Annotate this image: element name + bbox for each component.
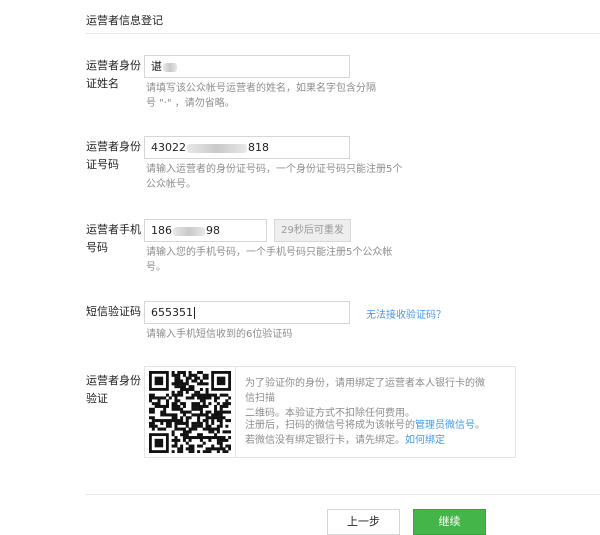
phone-hint-line2: 号。: [146, 262, 166, 273]
qr-code-image: [149, 371, 232, 454]
verify-text1-line1: 为了验证你的身份，请用绑定了运营者本人银行卡的微信扫描: [245, 378, 485, 404]
top-divider: [86, 33, 600, 34]
verify-label: 运营者身份 验证: [86, 372, 142, 408]
how-to-bind-link[interactable]: 如何绑定: [405, 435, 445, 446]
name-input-value: 谌: [151, 60, 162, 73]
sms-code-value: 655351: [151, 306, 193, 319]
continue-button[interactable]: 继续: [413, 509, 486, 535]
section-title: 运营者信息登记: [86, 14, 163, 27]
id-number-prefix: 43022: [151, 141, 186, 154]
id-number-label: 运营者身份 证号码: [86, 138, 142, 174]
id-number-input[interactable]: 43022 818: [144, 136, 350, 159]
sms-code-input[interactable]: 655351: [144, 301, 350, 324]
panel-divider: [235, 367, 236, 457]
phone-hint: 请输入您的手机号码，一个手机号码只能注册5个公众帐 号。: [146, 245, 392, 275]
verify-text3-pre: 若微信没有绑定银行卡，请先绑定。: [245, 435, 405, 446]
phone-prefix: 186: [151, 224, 172, 237]
verify-text2-post: 。: [475, 420, 485, 431]
text-caret: [194, 307, 195, 319]
verify-label-line1: 运营者身份: [86, 374, 141, 387]
id-number-hint-line1: 请输入运营者的身份证号码，一个身份证号码只能注册5个: [146, 164, 403, 175]
phone-suffix: 98: [206, 224, 220, 237]
redacted-blur: [187, 143, 247, 153]
phone-label-line2: 号码: [86, 241, 108, 254]
previous-step-button[interactable]: 上一步: [327, 509, 400, 535]
name-input[interactable]: 谌: [144, 55, 350, 78]
verify-text2-pre: 注册后，扫码的微信号将成为该帐号的: [245, 420, 415, 431]
name-label-line2: 证姓名: [86, 77, 119, 90]
cannot-receive-code-link[interactable]: 无法接收验证码？: [366, 306, 446, 321]
sms-code-hint: 请输入手机短信收到的6位验证码: [146, 329, 293, 340]
verify-label-line2: 验证: [86, 392, 108, 405]
id-number-label-line1: 运营者身份: [86, 140, 141, 153]
id-number-suffix: 818: [248, 141, 269, 154]
redacted-blur: [173, 226, 205, 236]
qr-code-icon: [149, 371, 232, 454]
redacted-blur: [163, 62, 177, 72]
bottom-divider: [86, 494, 600, 495]
phone-label: 运营者手机 号码: [86, 221, 142, 257]
name-label: 运营者身份 证姓名: [86, 57, 142, 93]
phone-hint-line1: 请输入您的手机号码，一个手机号码只能注册5个公众帐: [146, 247, 393, 258]
name-hint-line1: 请填写该公众帐号运营者的姓名，如果名字包含分隔: [146, 83, 376, 94]
phone-label-line1: 运营者手机: [86, 223, 141, 236]
id-number-hint: 请输入运营者的身份证号码，一个身份证号码只能注册5个 公众帐号。: [146, 162, 402, 192]
verify-text2-line2: 若微信没有绑定银行卡，请先绑定。如何绑定: [245, 433, 485, 448]
verify-instructions: 为了验证你的身份，请用绑定了运营者本人银行卡的微信扫描 二维码。本验证方式不扣除…: [245, 376, 485, 421]
name-hint: 请填写该公众帐号运营者的姓名，如果名字包含分隔 号 "·" ，请勿省略。: [146, 81, 376, 111]
verify-text2-line1: 注册后，扫码的微信号将成为该帐号的管理员微信号。: [245, 418, 485, 433]
verify-notes: 注册后，扫码的微信号将成为该帐号的管理员微信号。 若微信没有绑定银行卡，请先绑定…: [245, 418, 485, 448]
name-hint-line2: 号 "·" ，请勿省略。: [146, 98, 235, 109]
admin-wechat-link[interactable]: 管理员微信号: [415, 420, 475, 431]
verify-panel: 为了验证你的身份，请用绑定了运营者本人银行卡的微信扫描 二维码。本验证方式不扣除…: [144, 366, 516, 458]
resend-code-button[interactable]: 29秒后可重发: [274, 219, 351, 242]
phone-input[interactable]: 186 98: [144, 219, 267, 242]
sms-code-label: 短信验证码: [86, 305, 141, 318]
id-number-hint-line2: 公众帐号。: [146, 179, 196, 190]
id-number-label-line2: 证号码: [86, 158, 119, 171]
name-label-line1: 运营者身份: [86, 59, 141, 72]
